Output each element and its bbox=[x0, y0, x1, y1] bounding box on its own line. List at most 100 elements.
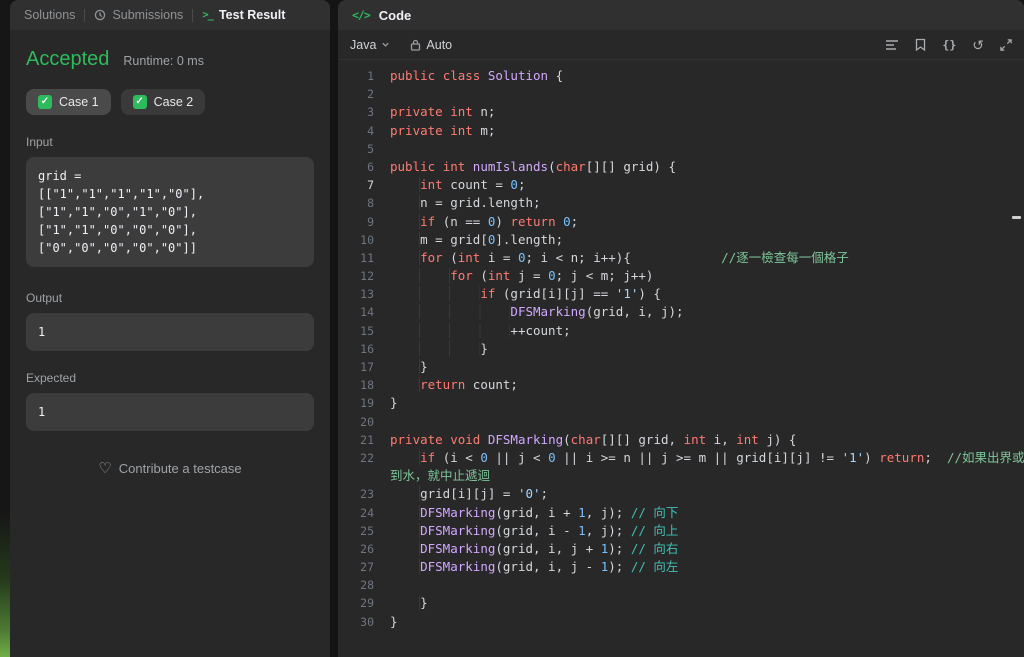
code-line[interactable]: 3 private int n; bbox=[338, 103, 1024, 121]
code-line[interactable]: 22 if (i < 0 || j < 0 || i >= n || j >= … bbox=[338, 449, 1024, 467]
line-number bbox=[338, 467, 390, 485]
code-lines: 1 public class Solution {2 3 private int n;… bbox=[338, 67, 1024, 631]
line-number: 14 bbox=[360, 305, 374, 320]
code-line[interactable]: 12 for (int j = 0; j < m; j++) bbox=[338, 267, 1024, 285]
expected-label: Expected bbox=[26, 371, 77, 385]
expected-box: 1 bbox=[26, 393, 314, 431]
line-number: 21 bbox=[360, 432, 374, 447]
auto-toggle[interactable]: Auto bbox=[410, 38, 452, 52]
code-line-content: DFSMarking(grid, i + 1, j); // 向下 bbox=[390, 504, 1024, 522]
code-line[interactable]: 4 private int m; bbox=[338, 122, 1024, 140]
tab-submissions[interactable]: Submissions bbox=[94, 8, 183, 22]
code-line[interactable]: 5 bbox=[338, 140, 1024, 158]
input-label: Input bbox=[26, 135, 53, 149]
language-label: Java bbox=[350, 37, 377, 52]
code-line[interactable]: 28 bbox=[338, 576, 1024, 594]
code-line[interactable]: 9 if (n == 0) return 0; bbox=[338, 213, 1024, 231]
code-line-content: for (int j = 0; j < m; j++) bbox=[390, 267, 1024, 285]
terminal-icon: >_ bbox=[202, 9, 214, 21]
scrollbar-marker[interactable] bbox=[1012, 216, 1021, 219]
code-line[interactable]: 25 DFSMarking(grid, i - 1, j); // 向上 bbox=[338, 522, 1024, 540]
code-line-content: } bbox=[390, 395, 398, 411]
line-number: 26 bbox=[360, 541, 374, 556]
contribute-label: Contribute a testcase bbox=[118, 461, 242, 476]
code-line[interactable]: 到水，就中止遞迴 bbox=[338, 467, 1024, 485]
code-line[interactable]: 8 n = grid.length; bbox=[338, 194, 1024, 212]
line-number: 4 bbox=[367, 123, 374, 138]
code-line-content: int count = 0; bbox=[390, 176, 1024, 194]
code-line-content: } bbox=[390, 613, 398, 629]
code-line-content: if (n == 0) return 0; bbox=[390, 213, 1024, 231]
undo-icon[interactable]: ↺ bbox=[972, 38, 984, 52]
format-icon[interactable] bbox=[885, 39, 899, 51]
code-line[interactable]: 10 m = grid[0].length; bbox=[338, 231, 1024, 249]
code-line[interactable]: 19} bbox=[338, 394, 1024, 412]
code-line[interactable]: 30} bbox=[338, 613, 1024, 631]
code-line[interactable]: 14 DFSMarking(grid, i, j); bbox=[338, 303, 1024, 321]
code-line[interactable]: 13 if (grid[i][j] == '1') { bbox=[338, 285, 1024, 303]
line-number: 23 bbox=[360, 487, 374, 502]
code-line-content: } bbox=[390, 594, 1024, 612]
line-number: 6 bbox=[367, 159, 374, 174]
runtime-text: Runtime: 0 ms bbox=[123, 54, 204, 68]
code-line[interactable]: 18 return count; bbox=[338, 376, 1024, 394]
case-2-button[interactable]: ✓ Case 2 bbox=[120, 89, 206, 115]
result-tabbar: Solutions Submissions >_ Test Result bbox=[10, 0, 330, 30]
code-line[interactable]: 24 DFSMarking(grid, i + 1, j); // 向下 bbox=[338, 504, 1024, 522]
input-box[interactable]: grid = [["1","1","1","1","0"],["1","1","… bbox=[26, 157, 314, 267]
check-icon: ✓ bbox=[132, 95, 147, 109]
language-selector[interactable]: Java bbox=[350, 38, 390, 52]
code-line[interactable]: 1 public class Solution { bbox=[338, 67, 1024, 85]
code-line[interactable]: 21 private void DFSMarking(char[][] grid,… bbox=[338, 431, 1024, 449]
case-1-label: Case 1 bbox=[59, 95, 99, 109]
status-accepted: Accepted bbox=[26, 48, 110, 70]
line-number: 25 bbox=[360, 523, 374, 538]
line-number: 19 bbox=[360, 396, 374, 411]
bookmark-icon[interactable] bbox=[915, 38, 926, 51]
line-number: 22 bbox=[360, 450, 374, 465]
code-line-content: private void DFSMarking(char[][] grid, i… bbox=[390, 431, 797, 447]
code-line[interactable]: 2 bbox=[338, 85, 1024, 103]
code-line[interactable]: 23 grid[i][j] = '0'; bbox=[338, 485, 1024, 503]
case-1-button[interactable]: ✓ Case 1 bbox=[26, 89, 111, 115]
code-line-content: } bbox=[390, 340, 1024, 358]
tab-separator bbox=[192, 8, 194, 22]
line-number: 1 bbox=[367, 69, 374, 83]
code-line[interactable]: 15 ++count; bbox=[338, 322, 1024, 340]
code-line[interactable]: 7 int count = 0; bbox=[338, 176, 1024, 194]
code-line[interactable]: 6 public int numIslands(char[][] grid) { bbox=[338, 158, 1024, 176]
expand-icon[interactable] bbox=[1000, 38, 1012, 51]
editor-tools: {} ↺ bbox=[885, 38, 1012, 52]
code-line-content: private int n; bbox=[390, 104, 496, 120]
code-line[interactable]: 17 } bbox=[338, 358, 1024, 376]
line-number: 3 bbox=[367, 105, 374, 120]
line-number: 10 bbox=[360, 232, 374, 247]
braces-icon[interactable]: {} bbox=[942, 38, 956, 52]
line-number: 18 bbox=[360, 378, 374, 393]
line-number: 12 bbox=[360, 269, 374, 284]
tab-solutions[interactable]: Solutions bbox=[24, 8, 75, 22]
line-number: 24 bbox=[360, 505, 374, 520]
heart-icon: ♡ bbox=[98, 460, 112, 477]
contribute-testcase-link[interactable]: ♡ Contribute a testcase bbox=[26, 461, 314, 476]
code-editor[interactable]: 1 public class Solution {2 3 private int n;… bbox=[338, 60, 1024, 656]
code-line[interactable]: 20 bbox=[338, 413, 1024, 431]
code-line-content: DFSMarking(grid, i, j - 1); // 向左 bbox=[390, 558, 1024, 576]
code-line[interactable]: 26 DFSMarking(grid, i, j + 1); // 向右 bbox=[338, 540, 1024, 558]
code-line[interactable]: 16 } bbox=[338, 340, 1024, 358]
code-line-content bbox=[390, 140, 1024, 158]
tab-test-result[interactable]: >_ Test Result bbox=[202, 8, 285, 22]
line-number: 30 bbox=[360, 614, 374, 629]
code-line[interactable]: 11 for (int i = 0; i < n; i++){ //逐一檢查每一… bbox=[338, 249, 1024, 267]
line-number: 11 bbox=[360, 250, 374, 265]
code-line-content: DFSMarking(grid, i, j + 1); // 向右 bbox=[390, 540, 1024, 558]
line-number: 20 bbox=[360, 414, 374, 429]
code-line-content: return count; bbox=[390, 376, 1024, 394]
lock-icon bbox=[410, 39, 421, 51]
line-number: 9 bbox=[367, 214, 374, 229]
line-number: 29 bbox=[360, 596, 374, 611]
code-line[interactable]: 29 } bbox=[338, 594, 1024, 612]
code-line[interactable]: 27 DFSMarking(grid, i, j - 1); // 向左 bbox=[338, 558, 1024, 576]
code-line-content: DFSMarking(grid, i, j); bbox=[390, 303, 1024, 321]
code-panel-header: </> Code bbox=[338, 0, 1024, 30]
